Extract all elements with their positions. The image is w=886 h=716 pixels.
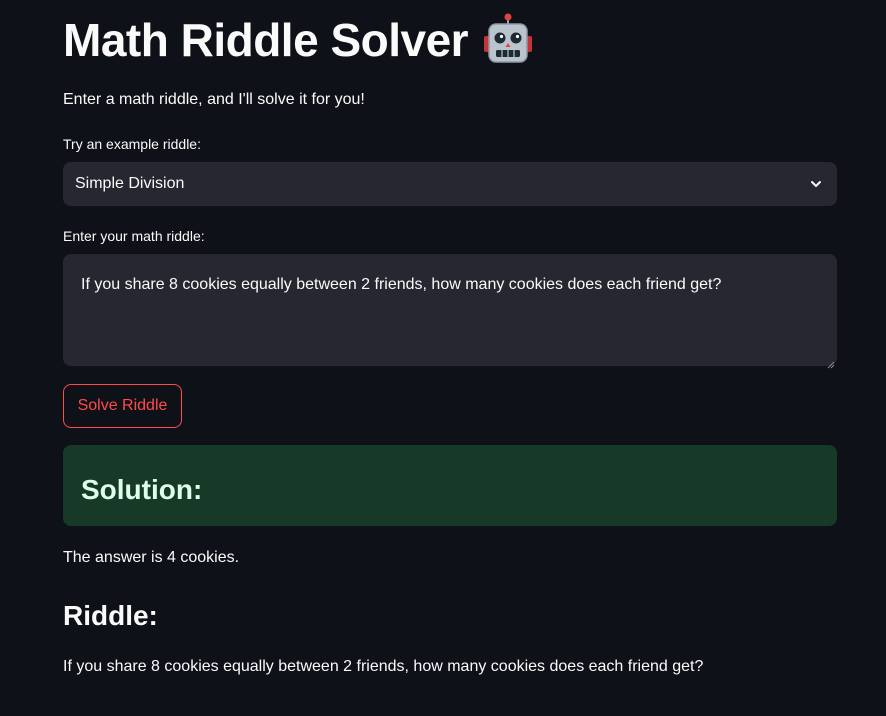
example-riddle-select[interactable]: Simple Division: [63, 162, 837, 206]
solution-heading: Solution:: [81, 473, 203, 505]
chevron-down-icon: [809, 177, 823, 191]
resize-handle-icon[interactable]: [827, 356, 835, 369]
example-select-value: Simple Division: [75, 175, 185, 192]
intro-text: Enter a math riddle, and I'll solve it f…: [63, 91, 365, 108]
solve-riddle-button[interactable]: Solve Riddle: [63, 384, 182, 428]
riddle-text: If you share 8 cookies equally between 2…: [63, 658, 704, 675]
riddle-input-label: Enter your math riddle:: [63, 228, 205, 244]
solution-answer: The answer is 4 cookies.: [63, 549, 240, 566]
page-title: Math Riddle Solver: [63, 14, 469, 66]
solution-box: Solution:: [63, 445, 837, 526]
page-title-row: Math Riddle Solver: [63, 12, 536, 68]
riddle-textarea[interactable]: If you share 8 cookies equally between 2…: [63, 254, 837, 366]
example-select-label: Try an example riddle:: [63, 136, 201, 152]
riddle-heading: Riddle:: [63, 600, 158, 631]
app-root: Math Riddle Solver Enter a math riddle, …: [0, 0, 886, 716]
robot-face-icon: [480, 12, 536, 68]
